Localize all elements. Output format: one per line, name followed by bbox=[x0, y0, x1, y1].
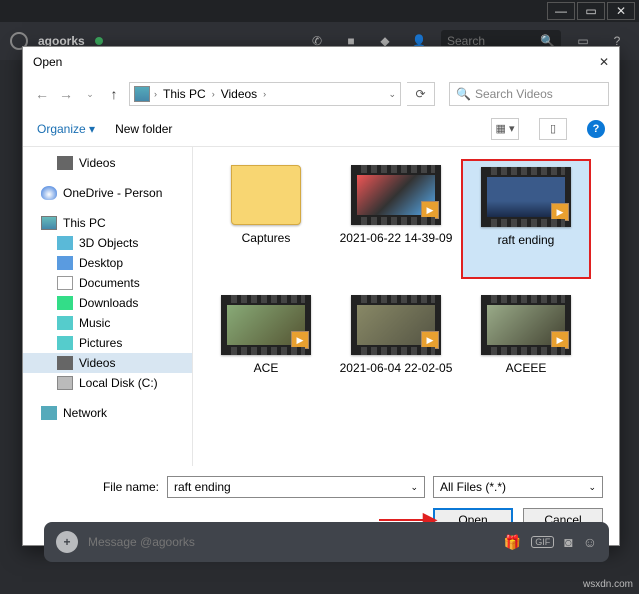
open-file-dialog: Open ✕ ← → ⌄ ↑ › This PC › Videos › ⌄ ⟳ … bbox=[22, 46, 620, 546]
breadcrumb-folder[interactable]: Videos bbox=[219, 87, 259, 101]
filename-input[interactable]: raft ending⌄ bbox=[167, 476, 425, 498]
back-icon[interactable]: ← bbox=[33, 86, 51, 102]
help-button[interactable]: ? bbox=[587, 120, 605, 138]
app-titlebar: — ▭ ✕ bbox=[0, 0, 639, 22]
tree-videos[interactable]: Videos bbox=[23, 353, 192, 373]
search-icon: 🔍 bbox=[456, 87, 471, 101]
tree-documents[interactable]: Documents bbox=[23, 273, 192, 293]
video-thumbnail: ▶ bbox=[351, 165, 441, 225]
breadcrumb-root[interactable]: This PC bbox=[161, 87, 208, 101]
tree-pictures[interactable]: Pictures bbox=[23, 333, 192, 353]
tree-network[interactable]: Network bbox=[23, 403, 192, 423]
tree-thispc[interactable]: This PC bbox=[23, 213, 192, 233]
file-item-selected[interactable]: ▶ raft ending bbox=[461, 159, 591, 279]
file-item[interactable]: ▶ ACE bbox=[201, 289, 331, 409]
tree-localdisk[interactable]: Local Disk (C:) bbox=[23, 373, 192, 393]
file-item[interactable]: ▶ 2021-06-22 14-39-09 bbox=[331, 159, 461, 279]
refresh-button[interactable]: ⟳ bbox=[407, 82, 435, 106]
nav-bar: ← → ⌄ ↑ › This PC › Videos › ⌄ ⟳ 🔍 Searc… bbox=[23, 77, 619, 111]
up-icon[interactable]: ↑ bbox=[105, 86, 123, 102]
file-search[interactable]: 🔍 Search Videos bbox=[449, 82, 609, 106]
folder-icon bbox=[231, 165, 301, 225]
video-thumbnail: ▶ bbox=[351, 295, 441, 355]
tree-3dobjects[interactable]: 3D Objects bbox=[23, 233, 192, 253]
forward-icon: → bbox=[57, 86, 75, 102]
attach-button[interactable]: + bbox=[56, 531, 78, 553]
video-thumbnail: ▶ bbox=[481, 295, 571, 355]
new-folder-button[interactable]: New folder bbox=[115, 122, 172, 136]
chevron-down-icon[interactable]: ⌄ bbox=[588, 482, 596, 493]
video-thumbnail: ▶ bbox=[481, 167, 571, 227]
organize-menu[interactable]: Organize ▾ bbox=[37, 122, 95, 136]
chevron-down-icon[interactable]: ⌄ bbox=[410, 482, 418, 493]
file-item[interactable]: ▶ 2021-06-04 22-02-05 bbox=[331, 289, 461, 409]
address-bar[interactable]: › This PC › Videos › ⌄ bbox=[129, 82, 401, 106]
dialog-titlebar: Open ✕ bbox=[23, 47, 619, 77]
emoji-icon[interactable]: ☺ bbox=[583, 534, 597, 550]
video-thumbnail: ▶ bbox=[221, 295, 311, 355]
toolbar: Organize ▾ New folder ▦ ▾ ▯ ? bbox=[23, 111, 619, 147]
gift-icon[interactable]: 🎁 bbox=[504, 534, 521, 551]
gif-icon[interactable]: GIF bbox=[531, 536, 554, 548]
minimize-button[interactable]: — bbox=[547, 2, 575, 20]
tree-videos-quick[interactable]: Videos bbox=[23, 153, 192, 173]
preview-pane-button[interactable]: ▯ bbox=[539, 118, 567, 140]
tree-desktop[interactable]: Desktop bbox=[23, 253, 192, 273]
folder-tree: Videos OneDrive - Person This PC 3D Obje… bbox=[23, 147, 193, 466]
status-dot-icon bbox=[95, 37, 103, 45]
file-item[interactable]: ▶ ACEEE bbox=[461, 289, 591, 409]
recent-dropdown-icon[interactable]: ⌄ bbox=[81, 89, 99, 100]
sticker-icon[interactable]: ◙ bbox=[564, 534, 572, 550]
message-input[interactable] bbox=[88, 535, 494, 549]
tree-onedrive[interactable]: OneDrive - Person bbox=[23, 183, 192, 203]
tree-music[interactable]: Music bbox=[23, 313, 192, 333]
file-item[interactable]: Captures bbox=[201, 159, 331, 279]
close-button[interactable]: ✕ bbox=[607, 2, 635, 20]
pc-icon bbox=[134, 86, 150, 102]
filename-label: File name: bbox=[39, 480, 159, 494]
message-input-bar: + 🎁 GIF ◙ ☺ bbox=[44, 522, 609, 562]
file-type-filter[interactable]: All Files (*.*)⌄ bbox=[433, 476, 603, 498]
dialog-close-icon[interactable]: ✕ bbox=[599, 55, 609, 69]
view-mode-button[interactable]: ▦ ▾ bbox=[491, 118, 519, 140]
maximize-button[interactable]: ▭ bbox=[577, 2, 605, 20]
file-grid: Captures ▶ 2021-06-22 14-39-09 ▶ raft en… bbox=[193, 147, 619, 466]
address-dropdown-icon[interactable]: ⌄ bbox=[388, 89, 396, 100]
watermark: wsxdn.com bbox=[583, 579, 633, 590]
tree-downloads[interactable]: Downloads bbox=[23, 293, 192, 313]
dialog-title: Open bbox=[33, 55, 62, 69]
